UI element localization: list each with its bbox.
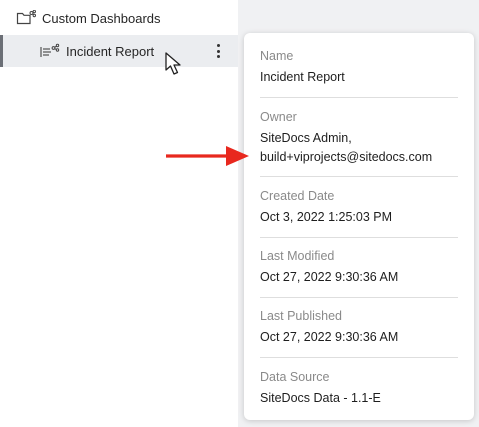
detail-value: SiteDocs Data - 1.1-E xyxy=(260,391,381,405)
detail-value: Oct 27, 2022 9:30:36 AM xyxy=(260,330,399,344)
detail-last-modified: Last Modified Oct 27, 2022 9:30:36 AM xyxy=(260,248,458,298)
detail-name: Name Incident Report xyxy=(260,48,458,98)
detail-label: Created Date xyxy=(260,189,335,203)
detail-label: Owner xyxy=(260,110,297,124)
detail-owner: Owner SiteDocs Admin, build+viprojects@s… xyxy=(260,109,458,177)
detail-label: Data Source xyxy=(260,370,330,384)
detail-label: Last Published xyxy=(260,309,343,323)
detail-created-date: Created Date Oct 3, 2022 1:25:03 PM xyxy=(260,188,458,238)
detail-value: SiteDocs Admin, xyxy=(260,131,352,145)
tree-item-custom-dashboards[interactable]: Custom Dashboards xyxy=(0,2,238,34)
tree-item-label: Incident Report xyxy=(66,43,155,59)
report-list-icon xyxy=(40,43,60,59)
tree-item-label: Custom Dashboards xyxy=(42,10,161,26)
detail-last-published: Last Published Oct 27, 2022 9:30:36 AM xyxy=(260,308,458,358)
tree-item-incident-report[interactable]: Incident Report xyxy=(0,35,238,67)
owner-email: build+viprojects@sitedocs.com xyxy=(260,150,433,164)
more-vertical-icon[interactable] xyxy=(212,42,224,60)
detail-value: Incident Report xyxy=(260,70,345,84)
folder-share-icon xyxy=(16,10,36,26)
sidebar-tree: Custom Dashboards Incident Report xyxy=(0,0,238,427)
detail-value: Oct 27, 2022 9:30:36 AM xyxy=(260,270,399,284)
report-details-popover: Name Incident Report Owner SiteDocs Admi… xyxy=(244,33,474,420)
detail-value: Oct 3, 2022 1:25:03 PM xyxy=(260,210,393,224)
detail-label: Last Modified xyxy=(260,249,335,263)
red-arrow-annotation xyxy=(166,146,249,166)
detail-label: Name xyxy=(260,49,294,63)
detail-data-source: Data Source SiteDocs Data - 1.1-E xyxy=(260,369,458,414)
mouse-pointer-icon xyxy=(165,52,181,75)
